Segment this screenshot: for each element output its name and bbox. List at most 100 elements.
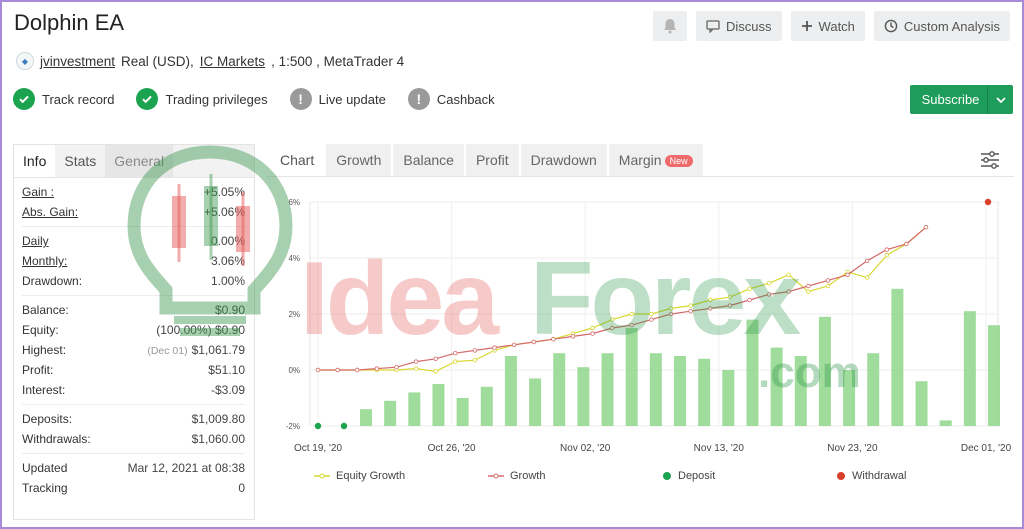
bell-icon [664,19,677,34]
tab-profit[interactable]: Profit [465,144,519,176]
legend-label: Equity Growth [336,470,406,482]
equity-value: $0.90 [214,323,245,337]
account-type: Real (USD), [121,53,194,69]
growth-point [355,367,360,373]
legend-item[interactable]: Equity Growth [314,470,488,482]
highest-date: (Dec 01) [147,345,188,357]
tab-margin[interactable]: Margin New [608,144,703,176]
volume-bar [674,356,686,426]
tab-growth[interactable]: Growth [326,144,392,176]
equity-growth-line [318,226,927,373]
growth-point [727,303,733,308]
dot-marker-icon [663,472,671,480]
volume-bar [432,384,445,426]
broker-link[interactable]: IC Markets [200,54,265,69]
stat-row: Interest: -$3.09 [22,380,245,400]
growth-point [845,272,850,277]
check-label: Track record [42,91,115,107]
stat-row: Abs. Gain: +5.06% [22,202,245,222]
volume-bar [553,353,566,426]
legend-label: Withdrawal [852,470,907,482]
tab-general[interactable]: General [105,145,174,177]
stat-row: Tracking 0 [22,478,245,498]
volume-bar [577,367,590,426]
user-logo-icon: ◆ [16,52,34,70]
growth-point [315,367,321,373]
volume-bar [456,398,469,426]
deposit-point [340,422,348,430]
stat-row: Updated Mar 12, 2021 at 08:38 [22,458,245,478]
watch-button[interactable]: Watch [790,11,865,41]
equity-growth-point [472,357,478,363]
chevron-down-icon[interactable] [987,85,1013,114]
legend-item[interactable]: Withdrawal [836,470,1010,482]
volume-bar [746,319,759,426]
x-tick-label: Dec 01, '20 [961,443,1012,454]
equity-growth-point [649,311,654,317]
legend-item[interactable]: Deposit [662,470,836,482]
gain-label: Gain : [22,185,55,199]
stat-row: Deposits: $1,009.80 [22,409,245,429]
growth-point [492,345,497,350]
gain-group: Gain : +5.05% Abs. Gain: +5.06% [22,178,245,227]
tab-chart[interactable]: Chart [270,144,325,176]
growth-point [570,334,576,339]
stat-row: Equity: (100.00%) $0.90 [22,320,245,340]
growth-point [688,308,693,314]
discuss-button[interactable]: Discuss [696,11,782,41]
check-label: Trading privileges [165,91,268,107]
page-title: Dolphin EA [14,10,125,35]
subscribe-label: Subscribe [921,92,980,107]
growth-point [884,247,889,252]
user-link[interactable]: jvinvestment [40,54,115,69]
legend-item[interactable]: Growth [488,470,662,482]
subscribe-button[interactable]: Subscribe [910,85,1013,114]
tracking-value: 0 [238,481,245,495]
equity-growth-point [629,311,635,317]
volume-bar [867,353,880,426]
growth-point [433,356,438,361]
equity-growth-point [766,280,772,286]
volume-bar [360,409,372,426]
custom-analysis-label: Custom Analysis [903,18,1000,34]
growth-point [668,311,674,317]
tab-info[interactable]: Info [14,145,56,177]
stat-row: Daily 0.00% [22,231,245,251]
watch-label: Watch [818,18,855,34]
updated-value: Mar 12, 2021 at 08:38 [127,461,245,475]
growth-point [904,241,909,247]
growth-point [806,283,811,289]
equity-growth-point [590,325,595,331]
equity-growth-point [453,359,458,364]
volume-bar [698,358,711,426]
alert-button[interactable] [653,11,688,41]
volume-bar [988,325,1000,426]
settings-sliders-icon[interactable] [980,150,1000,170]
stats-list: Gain : +5.05% Abs. Gain: +5.06% Daily 0.00%… [14,178,254,502]
monthly-label: Monthly: [22,254,68,268]
growth-chart: 6% 4% 2% 0% -2% Oct 19, '20 Oct 26, '20 Nov 02… [286,198,1012,454]
stat-row: Profit: $51.10 [22,360,245,380]
exclamation-icon: ! [407,88,430,110]
volume-bar [915,381,928,426]
volume-bar [818,316,831,426]
deposit-point [314,422,322,430]
custom-analysis-button[interactable]: Custom Analysis [873,11,1010,41]
withdrawal-point [984,198,992,206]
deposits-group: Deposits: $1,009.80 Withdrawals: $1,060.00 [22,405,245,454]
volume-bar [963,311,976,426]
equity-growth-point [884,252,889,258]
tab-balance[interactable]: Balance [393,144,464,176]
balance-group: Balance: $0.90 Equity: (100.00%) $0.90 Hig… [22,296,245,405]
volume-bar [529,378,542,426]
y-tick-label: 2% [288,310,300,319]
stat-row: Balance: $0.90 [22,300,245,320]
top-actions: Discuss Watch Custom Analysis [653,11,1010,41]
equity-growth-point [825,283,831,289]
tab-drawdown[interactable]: Drawdown [520,144,607,176]
growth-point [747,297,752,303]
chart-legend: Equity Growth Growth Deposit Withdrawal [314,470,1010,482]
line-marker-icon [488,473,504,479]
tab-stats[interactable]: Stats [55,145,105,177]
balance-label: Balance: [22,303,69,317]
